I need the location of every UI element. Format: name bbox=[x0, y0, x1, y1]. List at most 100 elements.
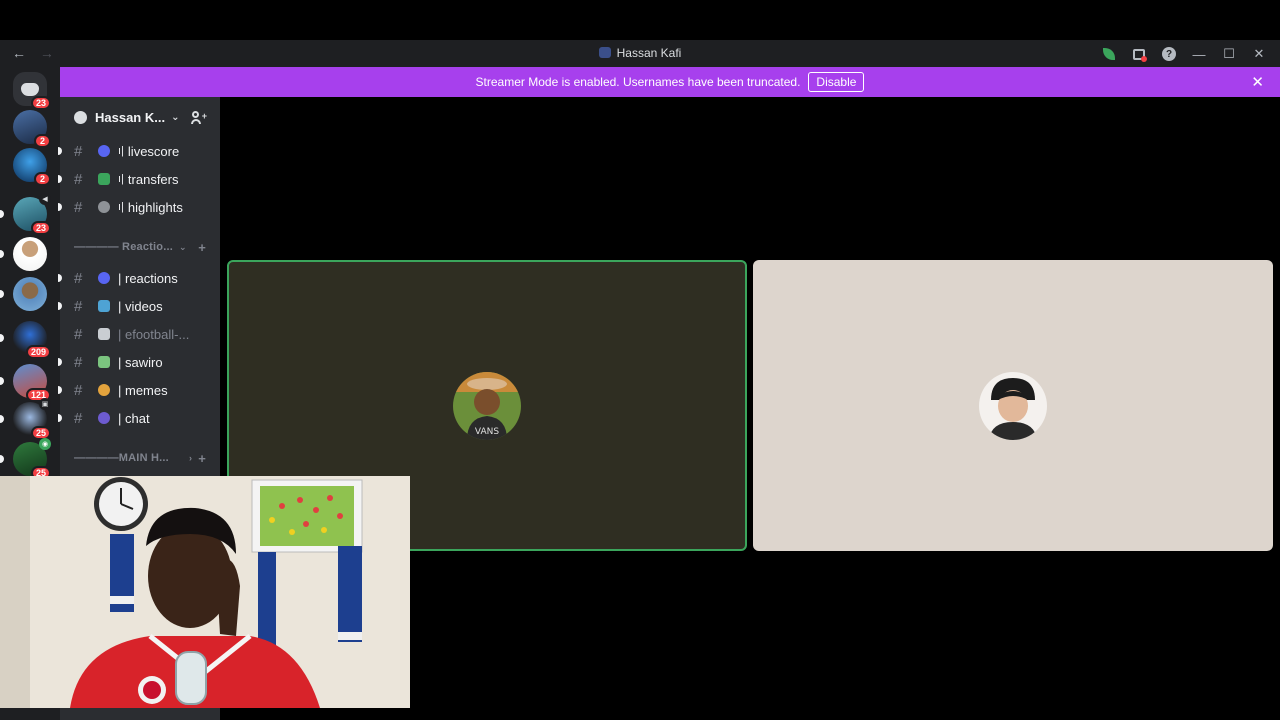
unread-indicator bbox=[58, 274, 62, 282]
channel-videos[interactable]: # | videos bbox=[58, 292, 220, 320]
hashtag-icon: # bbox=[74, 297, 83, 315]
unread-indicator bbox=[58, 175, 62, 183]
streamer-webcam-overlay bbox=[0, 476, 410, 708]
disable-streamer-mode-button[interactable]: Disable bbox=[808, 72, 865, 92]
channel-reactions[interactable]: # | reactions bbox=[58, 264, 220, 292]
unread-indicator bbox=[0, 210, 4, 218]
server-header[interactable]: Hassan K... ⌄ + bbox=[60, 97, 220, 137]
hashtag-icon: # bbox=[74, 409, 83, 427]
unread-indicator bbox=[0, 334, 4, 342]
participant-avatar bbox=[979, 371, 1047, 440]
channel-name: transfers bbox=[127, 171, 179, 187]
channel-prefix: ı| bbox=[118, 201, 124, 213]
streamer-mode-banner: Streamer Mode is enabled. Usernames have… bbox=[60, 67, 1280, 97]
unread-badge: 23 bbox=[30, 221, 51, 235]
minimize-button[interactable]: — bbox=[1184, 44, 1214, 64]
globe-emoji-icon bbox=[98, 145, 110, 157]
category-main[interactable]: ————MAIN H... › + bbox=[60, 441, 220, 475]
chevron-down-icon: ⌄ bbox=[178, 241, 187, 252]
channel-name: | efootball-... bbox=[118, 326, 190, 342]
category-name: ———— Reactio... bbox=[74, 241, 173, 253]
maximize-button[interactable]: ☐ bbox=[1214, 44, 1244, 64]
live-stream-icon: ▣ bbox=[39, 398, 51, 410]
window-title: Hassan Kafi bbox=[0, 46, 1280, 60]
server-icon-4[interactable] bbox=[0, 237, 47, 271]
server-icon-2[interactable]: 2 bbox=[13, 148, 51, 186]
create-channel-icon[interactable]: + bbox=[198, 451, 206, 466]
laugh-emoji-icon bbox=[98, 384, 110, 396]
unread-indicator bbox=[0, 250, 4, 258]
participant-tile[interactable] bbox=[753, 260, 1273, 551]
create-channel-icon[interactable]: + bbox=[198, 240, 206, 255]
channel-name: | memes bbox=[118, 382, 168, 398]
hashtag-icon: # bbox=[74, 198, 83, 216]
hashtag-icon: # bbox=[74, 381, 83, 399]
hashtag-icon: # bbox=[74, 269, 83, 287]
avatar-image: VANS bbox=[453, 371, 521, 440]
channel-transfers[interactable]: # ı| transfers bbox=[58, 165, 220, 193]
server-icon-3[interactable]: ◀ 23 bbox=[0, 193, 51, 235]
picture-emoji-icon bbox=[98, 356, 110, 368]
channel-efootball[interactable]: # | efootball-... bbox=[60, 320, 220, 348]
server-icon-6[interactable]: 209 bbox=[0, 321, 51, 359]
close-window-button[interactable]: ✕ bbox=[1244, 44, 1274, 64]
server-icon-1[interactable]: 2 bbox=[13, 110, 51, 148]
hashtag-icon: # bbox=[74, 142, 83, 160]
unread-badge: 2 bbox=[34, 172, 51, 186]
inbox-icon[interactable] bbox=[1124, 44, 1154, 64]
invite-people-icon[interactable]: + bbox=[191, 110, 207, 124]
unread-indicator bbox=[58, 302, 62, 310]
server-icon-5[interactable] bbox=[0, 277, 47, 311]
people-emoji-icon bbox=[98, 412, 110, 424]
unread-badge: 23 bbox=[30, 96, 51, 110]
unread-indicator bbox=[58, 358, 62, 366]
channel-sawiro[interactable]: # | sawiro bbox=[58, 348, 220, 376]
unread-indicator bbox=[58, 386, 62, 394]
voice-speaker-icon: ◀ bbox=[39, 193, 51, 205]
server-icon-7[interactable]: 121 bbox=[0, 364, 51, 402]
hashtag-icon: # bbox=[74, 170, 83, 188]
channel-name: livescore bbox=[127, 143, 180, 159]
channel-highlights[interactable]: # ı| highlights bbox=[58, 193, 220, 221]
unread-badge: 209 bbox=[25, 345, 51, 359]
channel-memes[interactable]: # | memes bbox=[58, 376, 220, 404]
discord-logo-icon bbox=[21, 82, 39, 96]
nitro-leaf-icon[interactable] bbox=[1094, 44, 1124, 64]
dice-emoji-icon bbox=[98, 328, 110, 340]
unread-indicator bbox=[0, 455, 4, 463]
unread-indicator bbox=[58, 203, 62, 211]
banner-message: Streamer Mode is enabled. Usernames have… bbox=[475, 75, 801, 89]
server-icon bbox=[598, 47, 611, 58]
globe-emoji-icon bbox=[98, 272, 110, 284]
svg-text:VANS: VANS bbox=[475, 427, 499, 437]
unread-indicator bbox=[0, 290, 4, 298]
community-icon bbox=[74, 110, 87, 124]
voice-active-icon: ◉ bbox=[39, 438, 51, 450]
letterbox-top bbox=[0, 0, 1280, 40]
channel-livescore[interactable]: # ı| livescore bbox=[58, 137, 220, 165]
money-emoji-icon bbox=[98, 173, 110, 185]
channel-name: | reactions bbox=[118, 270, 178, 286]
direct-messages-button[interactable]: 23 bbox=[13, 72, 51, 110]
title-tools: ? — ☐ ✕ bbox=[1094, 44, 1274, 64]
category-reactions[interactable]: ———— Reactio... ⌄ + bbox=[60, 230, 220, 264]
unread-indicator bbox=[0, 415, 4, 423]
help-icon[interactable]: ? bbox=[1154, 44, 1184, 64]
window-title-text: Hassan Kafi bbox=[616, 46, 682, 60]
unread-indicator bbox=[58, 414, 62, 422]
server-icon-8[interactable]: ▣ 25 bbox=[0, 398, 51, 440]
server-icon-9[interactable]: ◉ 25 bbox=[0, 438, 51, 480]
close-banner-icon[interactable]: ✕ bbox=[1251, 73, 1264, 91]
chevron-down-icon: ⌄ bbox=[171, 111, 180, 123]
camera-emoji-icon bbox=[98, 201, 110, 213]
title-bar: ← → Hassan Kafi ? — ☐ ✕ bbox=[0, 40, 1280, 67]
channel-name: | sawiro bbox=[118, 354, 163, 370]
avatar-image bbox=[979, 371, 1047, 440]
participant-avatar: VANS bbox=[453, 371, 521, 440]
unread-badge: 2 bbox=[34, 134, 51, 148]
hashtag-icon: # bbox=[74, 353, 83, 371]
channel-prefix: ı| bbox=[118, 173, 124, 185]
server-name: Hassan K... bbox=[95, 109, 166, 125]
channel-chat[interactable]: # | chat bbox=[58, 404, 220, 432]
channel-prefix: ı| bbox=[118, 145, 124, 157]
